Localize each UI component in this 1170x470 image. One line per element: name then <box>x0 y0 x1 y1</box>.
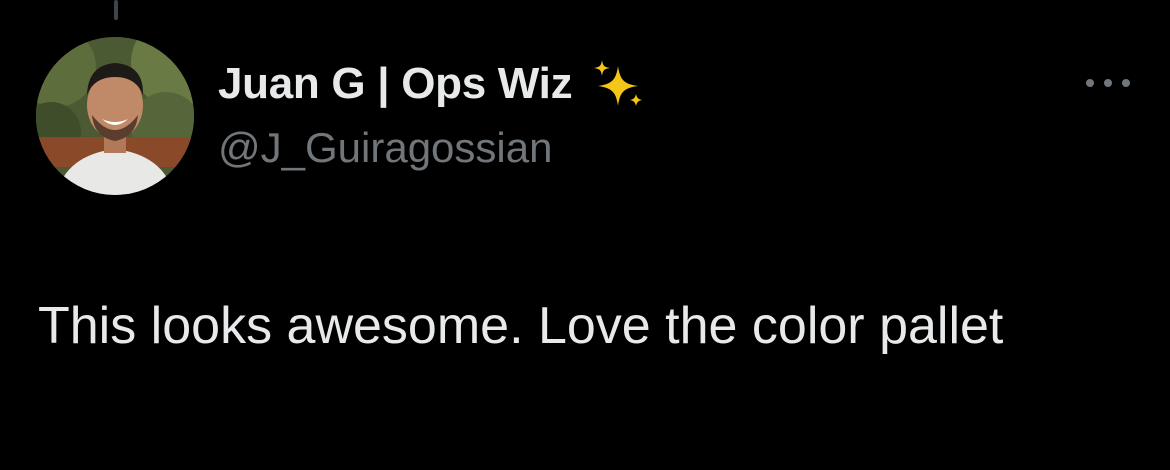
author-handle[interactable]: @J_Guiragossian <box>218 124 552 172</box>
more-horizontal-icon-dot <box>1104 79 1112 87</box>
more-horizontal-icon-dot <box>1122 79 1130 87</box>
avatar[interactable] <box>36 37 194 195</box>
more-horizontal-icon <box>1086 79 1094 87</box>
author-display-name[interactable]: Juan G | Ops Wiz <box>218 59 573 109</box>
sparkles-icon <box>590 58 646 110</box>
thread-connector-line <box>114 0 118 20</box>
avatar-image <box>36 37 194 195</box>
more-options-button[interactable] <box>1084 68 1132 98</box>
author-name-row[interactable]: Juan G | Ops Wiz <box>218 58 646 110</box>
tweet-text: This looks awesome. Love the color palle… <box>38 297 1004 355</box>
